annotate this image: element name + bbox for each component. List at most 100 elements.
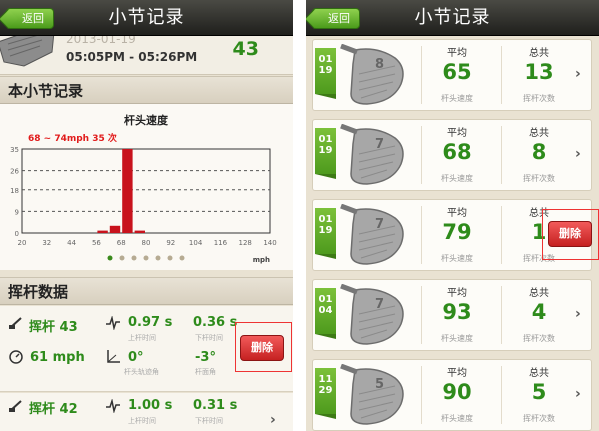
club-icon — [0, 36, 55, 67]
x-axis-label: mph — [253, 256, 270, 264]
divider — [421, 366, 422, 424]
x-tick-label: 68 — [117, 239, 126, 247]
page-indicator-dot — [143, 255, 149, 261]
page-indicator-dot — [119, 255, 125, 261]
total-caption: 挥杆次数 — [523, 334, 555, 343]
avg-caption: 杆头速度 — [441, 94, 473, 103]
plot-frame — [21, 148, 271, 234]
golf-swing-icon — [9, 317, 22, 329]
highlight-box — [235, 322, 292, 372]
speedometer-icon — [9, 350, 23, 364]
avg-caption: 杆头速度 — [441, 254, 473, 263]
x-tick-label: 20 — [18, 239, 27, 247]
session-date: 2013-01-19 — [66, 36, 136, 46]
x-tick-label: 80 — [142, 239, 151, 247]
y-tick-label: 0 — [15, 230, 19, 238]
chevron-right-icon[interactable]: › — [575, 66, 581, 82]
date-tag: 01 19 — [315, 128, 336, 179]
date-day: 19 — [318, 65, 333, 76]
x-tick-label: 56 — [92, 239, 101, 247]
total-label: 总共 — [529, 288, 549, 299]
date-month: 01 — [318, 54, 333, 65]
swing-label: 挥杆 42 — [29, 402, 78, 417]
chevron-right-icon[interactable]: › — [575, 306, 581, 322]
club-number: 5 — [375, 377, 384, 392]
chevron-right-icon[interactable]: › — [575, 386, 581, 402]
avg-label: 平均 — [447, 128, 467, 139]
divider — [421, 206, 422, 264]
x-tick-label: 104 — [189, 239, 203, 247]
divider — [501, 46, 502, 104]
section-title-record: 本小节记录 — [0, 76, 293, 104]
page-indicator-dot — [179, 255, 185, 261]
swing-row-42[interactable]: 挥杆 42 1.00 s 上杆时间 0.31 s 下杆时间 › — [0, 393, 293, 431]
session-summary[interactable]: 2013-01-19 05:05PM - 05:26PM 43 — [0, 36, 293, 75]
pulse-icon — [106, 399, 120, 413]
y-tick-label: 18 — [10, 187, 19, 195]
date-month: 11 — [318, 374, 333, 385]
downswing-caption: 下杆时间 — [195, 334, 223, 342]
histogram-bar — [97, 230, 108, 233]
date-day: 19 — [318, 225, 333, 236]
y-tick-label: 26 — [10, 168, 19, 176]
back-button[interactable]: 返回 — [6, 8, 54, 29]
left-screen: 小节记录 返回 2013-01-19 05:05PM - 05:26PM 43 … — [0, 0, 293, 431]
date-tag: 01 19 — [315, 208, 336, 259]
divider — [501, 206, 502, 264]
right-screen: 小节记录 返回 01 19 8 平均 65 杆头速度 总共 13 挥杆次数 › 01 19 7 平均 68 杆… — [306, 0, 599, 431]
divider — [501, 126, 502, 184]
date-month: 01 — [318, 294, 333, 305]
total-caption: 挥杆次数 — [523, 174, 555, 183]
total-label: 总共 — [529, 48, 549, 59]
total-value: 5 — [531, 380, 547, 404]
avg-value: 93 — [442, 300, 472, 324]
plane-angle-icon — [107, 350, 120, 363]
club-number: 7 — [375, 137, 384, 152]
total-value: 13 — [524, 60, 554, 84]
session-count: 43 — [232, 38, 259, 60]
session-card[interactable]: 01 04 7 平均 93 杆头速度 总共 4 挥杆次数 › — [312, 279, 592, 351]
date-day: 29 — [318, 385, 333, 396]
total-value: 4 — [531, 300, 547, 324]
chevron-right-icon[interactable]: › — [270, 412, 276, 428]
golf-club-icon: 5 — [340, 364, 404, 425]
avg-label: 平均 — [447, 288, 467, 299]
avg-label: 平均 — [447, 368, 467, 379]
x-tick-label: 44 — [67, 239, 76, 247]
avg-value: 68 — [442, 140, 472, 164]
nav-bar: 小节记录 返回 — [0, 0, 293, 36]
downswing-time: 0.36 s — [193, 315, 238, 330]
total-value: 8 — [531, 140, 547, 164]
session-card[interactable]: 01 19 8 平均 65 杆头速度 总共 13 挥杆次数 › — [312, 39, 592, 111]
date-tag: 11 29 — [315, 368, 336, 419]
session-card[interactable]: 01 19 7 平均 68 杆头速度 总共 8 挥杆次数 › — [312, 119, 592, 191]
histogram-bar — [109, 225, 121, 233]
total-caption: 挥杆次数 — [523, 414, 555, 423]
total-label: 总共 — [529, 128, 549, 139]
date-tag: 01 04 — [315, 288, 336, 339]
divider — [501, 286, 502, 344]
session-time: 05:05PM - 05:26PM — [66, 50, 198, 64]
page-indicator-dot — [107, 255, 113, 261]
face-angle-caption: 杆面角 — [195, 368, 216, 376]
page-indicator-dot — [131, 255, 137, 261]
golf-club-icon: 7 — [340, 204, 404, 265]
golf-club-icon: 7 — [340, 124, 404, 185]
page-indicator-dot — [155, 255, 161, 261]
speed-chart[interactable]: 杆头速度 68 ~ 74mph 35 次 0 9 18 26 35 20 32 44 56 68 80 9… — [0, 104, 293, 270]
club-number: 7 — [375, 217, 384, 232]
divider — [421, 46, 422, 104]
x-tick-label: 140 — [263, 239, 276, 247]
back-button[interactable]: 返回 — [312, 8, 360, 29]
x-tick-label: 92 — [166, 239, 175, 247]
nav-bar: 小节记录 返回 — [306, 0, 599, 36]
backswing-time: 0.97 s — [128, 315, 173, 330]
y-tick-label: 35 — [10, 146, 19, 154]
backswing-caption: 上杆时间 — [128, 334, 156, 342]
downswing-caption: 下杆时间 — [195, 417, 223, 425]
session-card[interactable]: 11 29 5 平均 90 杆头速度 总共 5 挥杆次数 › — [312, 359, 592, 431]
chevron-right-icon[interactable]: › — [575, 146, 581, 162]
swing-speed: 61 mph — [30, 350, 85, 365]
club-number: 8 — [375, 57, 384, 72]
date-day: 04 — [318, 305, 333, 316]
